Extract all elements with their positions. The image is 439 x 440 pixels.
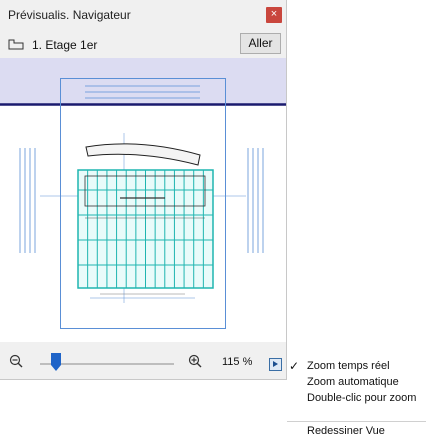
go-button[interactable]: Aller bbox=[240, 33, 281, 54]
zoom-percentage: 115 % bbox=[222, 356, 253, 368]
floor-plan-drawing bbox=[0, 58, 286, 329]
navigator-preview-palette: Prévisualis. Navigateur × 1. Etage 1er A… bbox=[0, 0, 287, 380]
menu-item-zoom-auto[interactable]: Zoom automatique bbox=[287, 375, 426, 390]
menu-item-redraw-view[interactable]: Redessiner Vue bbox=[287, 424, 426, 439]
plan-preview[interactable] bbox=[0, 58, 286, 342]
zoom-bar: 115 % bbox=[0, 342, 286, 379]
menu-item-label: Redessiner Vue bbox=[307, 425, 385, 437]
menu-item-label: Zoom automatique bbox=[307, 376, 399, 388]
menu-arrow-icon[interactable] bbox=[269, 358, 282, 371]
close-icon[interactable]: × bbox=[266, 7, 282, 23]
window-title: Prévisualis. Navigateur bbox=[8, 8, 131, 22]
menu-item-label: Double-clic pour zoom bbox=[307, 392, 417, 404]
menu-separator bbox=[287, 421, 426, 422]
zoom-in-icon[interactable] bbox=[188, 354, 202, 368]
story-level-icon bbox=[8, 39, 24, 50]
story-bar: 1. Etage 1er Aller bbox=[0, 31, 286, 58]
story-label: 1. Etage 1er bbox=[32, 38, 98, 52]
menu-item-zoom-realtime[interactable]: ✓ Zoom temps réel bbox=[287, 359, 426, 374]
menu-item-double-click-zoom[interactable]: Double-clic pour zoom bbox=[287, 391, 426, 406]
zoom-options-menu: ✓ Zoom temps réel Zoom automatique Doubl… bbox=[287, 355, 426, 440]
menu-item-label: Zoom temps réel bbox=[307, 360, 390, 372]
zoom-slider-thumb[interactable] bbox=[51, 353, 62, 371]
checkmark-icon: ✓ bbox=[289, 359, 300, 373]
zoom-out-icon[interactable] bbox=[9, 354, 23, 368]
title-bar[interactable]: Prévisualis. Navigateur × bbox=[0, 0, 286, 30]
